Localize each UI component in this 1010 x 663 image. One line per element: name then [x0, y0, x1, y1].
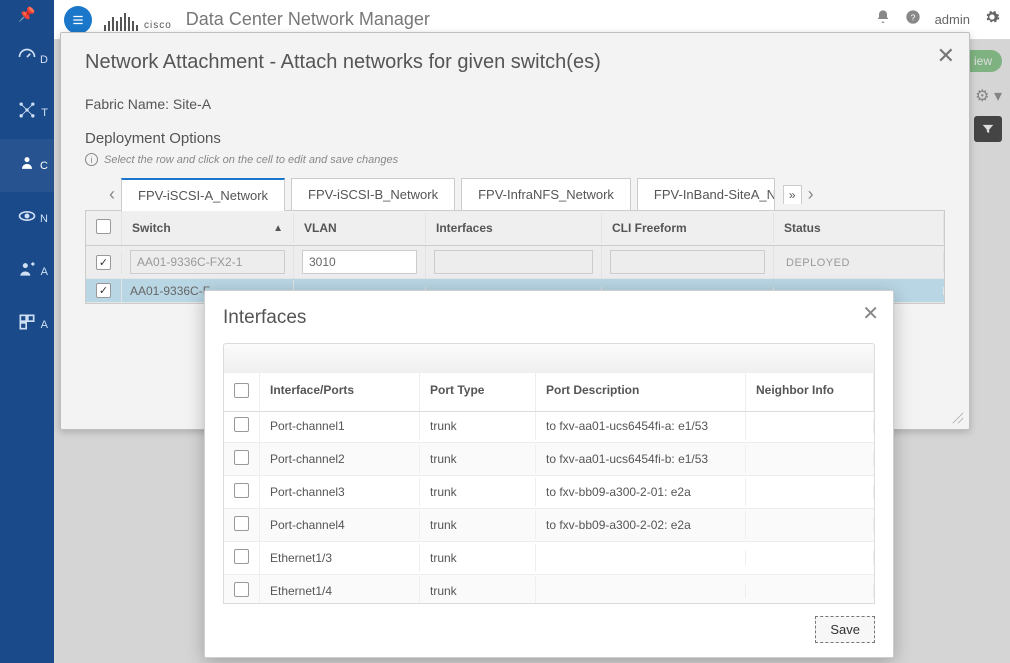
iface-neigh-cell	[746, 452, 874, 466]
close-icon[interactable]: ✕	[862, 301, 879, 326]
col-status[interactable]: Status	[774, 213, 944, 243]
nav-control[interactable]: C	[0, 139, 54, 192]
row-checkbox[interactable]	[96, 255, 111, 270]
iface-neigh-cell	[746, 485, 874, 499]
interfaces-save-button[interactable]: Save	[815, 616, 875, 643]
iface-desc-cell: to fxv-bb09-a300-2-01: e2a	[536, 478, 746, 506]
col-port-description[interactable]: Port Description	[536, 373, 746, 411]
iface-desc-cell: to fxv-bb09-a300-2-02: e2a	[536, 511, 746, 539]
tabs-more-icon[interactable]: »	[783, 185, 802, 204]
help-icon[interactable]: ?	[905, 9, 921, 30]
tab-network-3[interactable]: FPV-InBand-SiteA_N	[637, 178, 775, 210]
iface-port-cell: Ethernet1/3	[260, 544, 420, 572]
iface-port-cell: Port-channel3	[260, 478, 420, 506]
close-icon[interactable]: ✕	[937, 43, 955, 69]
deployment-options-heading: Deployment Options	[85, 130, 945, 147]
nav-admin[interactable]: A	[0, 245, 54, 298]
iface-desc-cell: to fxv-aa01-ucs6454fi-a: e1/53	[536, 412, 746, 440]
interfaces-header: Interface/Ports Port Type Port Descripti…	[224, 373, 874, 412]
dialog-title: Network Attachment - Attach networks for…	[85, 51, 945, 74]
tab-network-1[interactable]: FPV-iSCSI-B_Network	[291, 178, 455, 210]
iface-port-cell: Ethernet1/4	[260, 577, 420, 603]
interfaces-body[interactable]: Port-channel1trunkto fxv-aa01-ucs6454fi-…	[224, 410, 874, 603]
interface-row[interactable]: Port-channel1trunkto fxv-aa01-ucs6454fi-…	[224, 410, 874, 443]
iface-desc-cell	[536, 551, 746, 565]
nav-monitor[interactable]: N	[0, 192, 54, 245]
select-all-checkbox[interactable]	[96, 219, 111, 234]
sort-asc-icon: ▲	[273, 223, 283, 234]
iface-type-cell: trunk	[420, 544, 536, 572]
hint-text: i Select the row and click on the cell t…	[85, 153, 945, 166]
iface-type-cell: trunk	[420, 577, 536, 603]
svg-text:?: ?	[910, 12, 915, 22]
network-tabs: ‹ FPV-iSCSI-A_Network FPV-iSCSI-B_Networ…	[85, 178, 945, 211]
interfaces-toolbar	[223, 343, 875, 373]
resize-handle-icon[interactable]	[951, 411, 965, 425]
fabric-name-label: Fabric Name: Site-A	[85, 96, 945, 112]
notifications-icon[interactable]	[875, 9, 891, 30]
col-interface-ports[interactable]: Interface/Ports	[260, 373, 420, 411]
attach-row-0[interactable]: DEPLOYED	[86, 246, 944, 279]
tabs-scroll-left-icon[interactable]: ‹	[103, 184, 121, 205]
vlan-input[interactable]	[302, 250, 417, 274]
tab-network-0[interactable]: FPV-iSCSI-A_Network	[121, 178, 285, 211]
switch-name-input	[130, 250, 285, 274]
iface-desc-cell	[536, 584, 746, 598]
interface-row[interactable]: Ethernet1/4trunk	[224, 575, 874, 603]
iface-neigh-cell	[746, 518, 874, 532]
iface-row-checkbox[interactable]	[234, 483, 249, 498]
iface-port-cell: Port-channel1	[260, 412, 420, 440]
interfaces-input[interactable]	[434, 250, 593, 274]
iface-type-cell: trunk	[420, 478, 536, 506]
pin-icon[interactable]: 📌	[0, 0, 54, 33]
iface-row-checkbox[interactable]	[234, 516, 249, 531]
col-neighbor-info[interactable]: Neighbor Info	[746, 373, 874, 411]
tabs-scroll-right-icon[interactable]: ›	[802, 184, 820, 205]
interface-row[interactable]: Port-channel4trunkto fxv-bb09-a300-2-02:…	[224, 509, 874, 542]
interface-row[interactable]: Port-channel3trunkto fxv-bb09-a300-2-01:…	[224, 476, 874, 509]
iface-desc-cell: to fxv-aa01-ucs6454fi-b: e1/53	[536, 445, 746, 473]
tab-network-2[interactable]: FPV-InfraNFS_Network	[461, 178, 631, 210]
col-port-type[interactable]: Port Type	[420, 373, 536, 411]
interface-row[interactable]: Ethernet1/3trunk	[224, 542, 874, 575]
interfaces-title: Interfaces	[223, 307, 875, 329]
iface-row-checkbox[interactable]	[234, 417, 249, 432]
left-nav: 📌 D T C N A A	[0, 0, 54, 663]
col-cli-freeform[interactable]: CLI Freeform	[602, 213, 774, 243]
iface-row-checkbox[interactable]	[234, 450, 249, 465]
col-switch[interactable]: Switch ▲	[122, 213, 294, 243]
cisco-logo: cisco	[104, 9, 172, 31]
user-label[interactable]: admin	[935, 12, 970, 27]
iface-type-cell: trunk	[420, 511, 536, 539]
iface-neigh-cell	[746, 584, 874, 598]
nav-topology[interactable]: T	[0, 86, 54, 139]
settings-gear-icon[interactable]	[984, 9, 1000, 30]
iface-neigh-cell	[746, 419, 874, 433]
app-title: Data Center Network Manager	[186, 9, 430, 30]
iface-port-cell: Port-channel2	[260, 445, 420, 473]
iface-type-cell: trunk	[420, 412, 536, 440]
nav-applications[interactable]: A	[0, 298, 54, 351]
info-icon: i	[85, 153, 98, 166]
menu-toggle-button[interactable]	[64, 6, 92, 34]
interface-row[interactable]: Port-channel2trunkto fxv-aa01-ucs6454fi-…	[224, 443, 874, 476]
iface-port-cell: Port-channel4	[260, 511, 420, 539]
row-checkbox[interactable]	[96, 283, 111, 298]
iface-select-all-checkbox[interactable]	[234, 383, 249, 398]
cli-input[interactable]	[610, 250, 765, 274]
iface-type-cell: trunk	[420, 445, 536, 473]
nav-dashboard[interactable]: D	[0, 33, 54, 86]
iface-neigh-cell	[746, 551, 874, 565]
attach-grid-header: Switch ▲ VLAN Interfaces CLI Freeform St…	[86, 211, 944, 246]
interfaces-dialog: ✕ Interfaces Interface/Ports Port Type P…	[204, 290, 894, 658]
col-vlan[interactable]: VLAN	[294, 213, 426, 243]
status-label: DEPLOYED	[782, 257, 850, 269]
col-interfaces[interactable]: Interfaces	[426, 213, 602, 243]
iface-row-checkbox[interactable]	[234, 549, 249, 564]
iface-row-checkbox[interactable]	[234, 582, 249, 597]
interfaces-table: Interface/Ports Port Type Port Descripti…	[223, 373, 875, 604]
